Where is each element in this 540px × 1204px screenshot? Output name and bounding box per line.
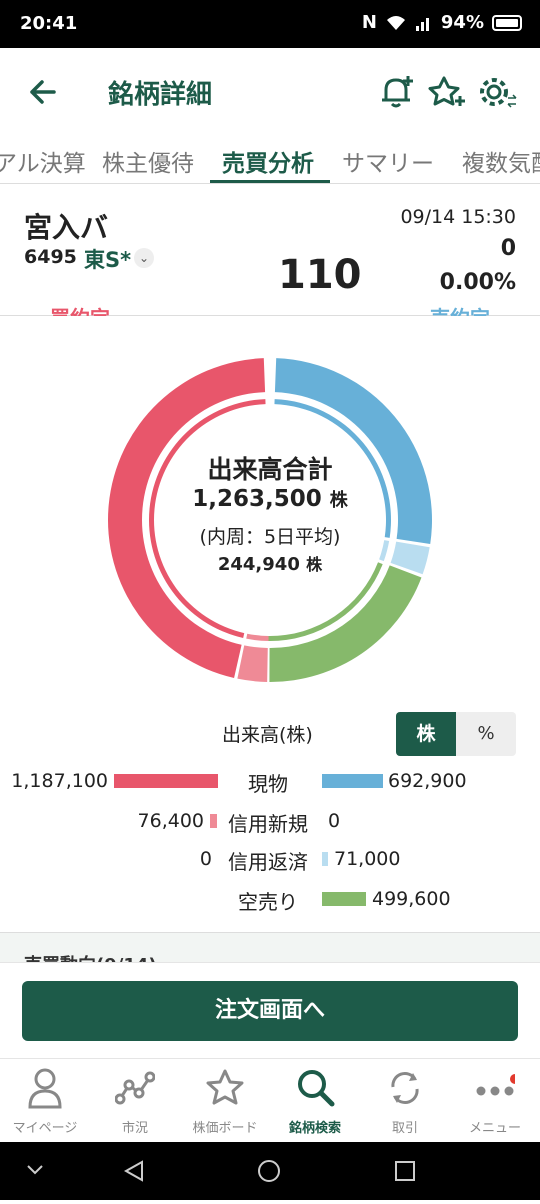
legend-row-short-sell: 空売り 499,600: [0, 884, 540, 914]
status-icons: N 94%: [362, 12, 522, 33]
order-area: 注文画面へ: [0, 962, 540, 1058]
tab-trade-analysis[interactable]: 売買分析: [222, 144, 314, 178]
stock-code: 6495: [24, 246, 77, 268]
row-label: 現物: [248, 772, 288, 796]
star-icon: [206, 1069, 244, 1105]
nav-label: 銘柄検索: [288, 1121, 341, 1136]
sell-slice-3: [269, 565, 422, 682]
notification-dot: [510, 1074, 515, 1084]
trade-trend-card[interactable]: 売買動向(9/14): [0, 932, 540, 962]
status-bar: 20:41 N 94%: [0, 0, 540, 48]
volume-donut-chart: [108, 358, 432, 682]
row-label: 空売り: [238, 890, 298, 914]
average-unit: 株: [306, 555, 323, 574]
refresh-cycle-icon: [391, 1072, 419, 1104]
sell-value: 692,900: [388, 770, 467, 792]
buy-bar: [210, 814, 217, 828]
sell-value: 71,000: [334, 848, 401, 870]
nav-trade[interactable]: 取引: [360, 1059, 450, 1143]
tab-summary[interactable]: サマリー: [342, 144, 434, 178]
person-icon: [28, 1068, 62, 1109]
add-favorite-star-icon[interactable]: [424, 70, 468, 114]
inner-buy-ring-1: [246, 633, 269, 641]
center-average: 244,940 株: [120, 551, 420, 575]
active-tab-indicator: [210, 180, 330, 183]
battery-percent: 94%: [440, 12, 484, 33]
center-subtitle: (内周：5日平均): [199, 526, 341, 548]
system-back-icon[interactable]: [123, 1160, 143, 1182]
legend-row-margin-close: 0 信用返済 71,000: [0, 844, 540, 874]
stock-name: 宮入バ: [24, 211, 109, 244]
hide-keyboard-icon[interactable]: [27, 1165, 43, 1175]
market-selector[interactable]: 東S*: [84, 244, 131, 274]
nav-label: マイページ: [12, 1121, 78, 1136]
sell-bar: [322, 852, 328, 866]
sell-value: 0: [328, 810, 341, 832]
short-sell-bar: [322, 892, 366, 906]
buy-value: 0: [199, 848, 212, 870]
row-label: 信用返済: [228, 850, 308, 874]
buy-bar: [114, 774, 218, 788]
tab-multiple-quotes[interactable]: 複数気配: [462, 144, 540, 178]
search-icon: [298, 1070, 335, 1107]
sell-bar: [322, 774, 383, 788]
system-navigation-bar: [0, 1142, 540, 1200]
total-volume: 1,263,500: [192, 486, 322, 512]
legend-row-margin-new: 76,400 信用新規 0: [0, 806, 540, 836]
toggle-percent-button[interactable]: %: [456, 712, 516, 756]
row-label: 信用新規: [228, 812, 308, 836]
toggle-shares-button[interactable]: 株: [396, 712, 456, 756]
app-bar: 銘柄詳細: [0, 48, 540, 136]
nav-mypage[interactable]: マイページ: [0, 1059, 90, 1143]
nav-market[interactable]: 市況: [90, 1059, 180, 1143]
average-volume: 244,940: [217, 554, 300, 575]
wifi-icon: [386, 15, 405, 30]
bottom-navigation: マイページ 市況 株価ボード 銘柄検索 取引 メニュー: [0, 1058, 540, 1142]
nav-menu[interactable]: メニュー: [450, 1059, 540, 1143]
chevron-down-icon[interactable]: ⌄: [134, 248, 154, 268]
tab-shareholder-benefits[interactable]: 株主優待: [102, 144, 194, 178]
price-change-percent: 0.00%: [439, 270, 516, 295]
center-title: 出来高合計: [207, 455, 333, 484]
stock-price: 110: [278, 252, 362, 298]
legend-row-cash: 1,187,100 現物 692,900: [0, 766, 540, 796]
nav-label: 取引: [391, 1121, 418, 1136]
signal-icon: [415, 17, 429, 31]
nav-stock-board[interactable]: 株価ボード: [180, 1059, 270, 1143]
more-dots-icon: [476, 1074, 515, 1096]
center-total: 1,263,500 株: [120, 486, 420, 512]
system-home-icon[interactable]: [258, 1160, 280, 1182]
trade-trend-label: 売買動向(9/14): [24, 951, 157, 962]
settings-gear-icon[interactable]: [474, 70, 518, 114]
nav-label: メニュー: [468, 1121, 521, 1136]
short-sell-value: 499,600: [372, 888, 451, 910]
market-graph-icon: [115, 1071, 155, 1105]
status-time: 20:41: [20, 13, 78, 34]
sell-trades-label: 売約定: [430, 302, 490, 316]
add-alert-bell-icon[interactable]: [374, 70, 418, 114]
tab-earnings[interactable]: アル決算: [0, 144, 86, 178]
stock-header: 宮入バ 6495 東S* ⌄ 110 09/14 15:30 0 0.00%: [0, 186, 540, 316]
back-arrow-icon[interactable]: [24, 72, 64, 112]
nfc-icon: N: [361, 12, 377, 33]
buy-trades-label: 買約定: [50, 302, 110, 316]
unit-toggle: 株 %: [396, 712, 516, 756]
total-unit: 株: [329, 490, 348, 511]
system-recents-icon[interactable]: [395, 1161, 415, 1181]
battery-icon: [492, 14, 522, 31]
nav-label: 市況: [121, 1121, 148, 1136]
price-change: 0: [500, 236, 516, 261]
legend-title: 出来高(株): [222, 724, 313, 746]
nav-label: 株価ボード: [192, 1121, 258, 1136]
order-screen-button[interactable]: 注文画面へ: [22, 981, 518, 1041]
buy-value: 1,187,100: [11, 770, 108, 792]
tab-bar: アル決算 株主優待 売買分析 サマリー 複数気配: [0, 136, 540, 184]
page-title: 銘柄詳細: [108, 80, 213, 110]
buy-value: 76,400: [137, 810, 204, 832]
nav-stock-search[interactable]: 銘柄検索: [270, 1059, 360, 1143]
buy-slice-1: [237, 645, 268, 682]
quote-datetime: 09/14 15:30: [400, 206, 516, 228]
